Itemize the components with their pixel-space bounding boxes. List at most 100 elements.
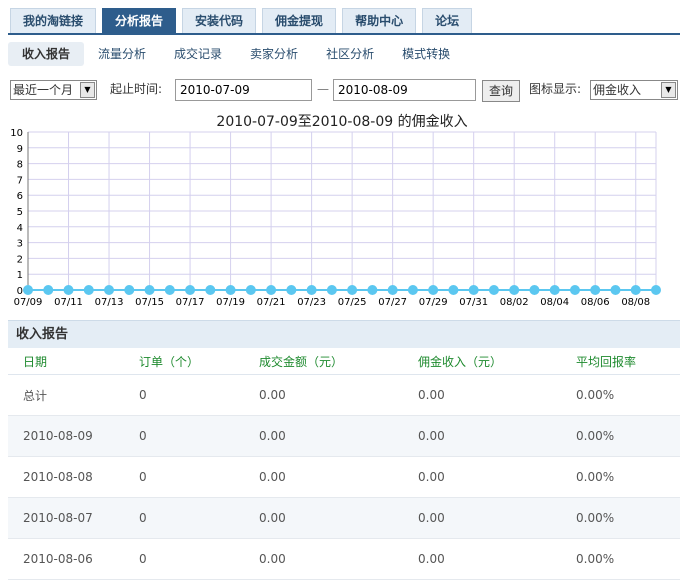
data-point: [651, 285, 661, 295]
data-point: [124, 285, 135, 295]
data-point: [43, 285, 54, 295]
end-date-input[interactable]: 2010-08-09: [333, 79, 476, 101]
x-tick-label: 07/21: [257, 297, 286, 308]
date-cell: 总计: [8, 374, 124, 416]
data-point: [266, 285, 277, 295]
x-tick-label: 07/27: [378, 297, 407, 308]
orders-cell: 0: [124, 497, 244, 539]
return-rate-cell: 0.00%: [561, 456, 680, 498]
date-range-label: 起止时间:: [110, 82, 163, 96]
data-point: [245, 285, 256, 295]
data-point: [286, 285, 297, 295]
orders-cell: 0: [124, 374, 244, 416]
subtab-sellers[interactable]: 卖家分析: [236, 42, 312, 66]
table-header-row: 日期 订单（个） 成交金额（元） 佣金收入（元） 平均回报率: [8, 348, 680, 375]
date-cell: 2010-08-09: [8, 415, 124, 457]
data-point: [590, 285, 601, 295]
commission-cell: 0.00: [403, 538, 561, 580]
data-point: [549, 285, 560, 295]
y-tick-label: 1: [17, 270, 23, 281]
y-tick-label: 4: [17, 223, 23, 234]
subtab-transactions[interactable]: 成交记录: [160, 42, 236, 66]
y-tick-label: 2: [17, 254, 23, 265]
data-point: [428, 285, 439, 295]
x-tick-label: 07/31: [459, 297, 488, 308]
y-tick-label: 0: [17, 286, 23, 297]
data-point: [509, 285, 520, 295]
commission-cell: 0.00: [403, 456, 561, 498]
table-row: 2010-08-06 0 0.00 0.00 0.00%: [8, 538, 680, 580]
x-tick-label: 07/13: [95, 297, 124, 308]
report-table: 日期 订单（个） 成交金额（元） 佣金收入（元） 平均回报率 总计 0 0.00 0.…: [8, 348, 680, 580]
amount-cell: 0.00: [244, 415, 403, 457]
date-separator: —: [317, 82, 329, 96]
return-rate-cell: 0.00%: [561, 497, 680, 539]
col-commission: 佣金收入（元）: [403, 348, 561, 375]
table-row: 2010-08-07 0 0.00 0.00 0.00%: [8, 497, 680, 539]
query-button[interactable]: 查询: [482, 80, 520, 102]
chevron-down-icon: ▼: [661, 82, 676, 98]
data-point: [104, 285, 115, 295]
data-point: [205, 285, 216, 295]
data-point: [367, 285, 378, 295]
subtab-traffic[interactable]: 流量分析: [84, 42, 160, 66]
x-tick-label: 07/23: [297, 297, 326, 308]
y-tick-label: 9: [17, 144, 23, 155]
data-point: [407, 285, 418, 295]
subtab-community[interactable]: 社区分析: [312, 42, 388, 66]
chart-display-label: 图标显示:: [529, 82, 582, 96]
tab-install-code[interactable]: 安装代码: [182, 8, 257, 33]
tab-analysis-report[interactable]: 分析报告: [102, 8, 177, 33]
data-point: [225, 285, 236, 295]
x-tick-label: 07/29: [419, 297, 448, 308]
x-tick-label: 08/02: [500, 297, 529, 308]
chart-type-select-value: 佣金收入: [593, 83, 642, 97]
sub-tabs: 收入报告 流量分析 成交记录 卖家分析 社区分析 模式转换: [8, 42, 464, 66]
y-tick-label: 3: [17, 239, 23, 250]
report-title: 收入报告: [16, 327, 69, 342]
tab-divider: [8, 33, 680, 35]
x-tick-label: 08/06: [581, 297, 610, 308]
amount-cell: 0.00: [244, 538, 403, 580]
y-tick-label: 10: [10, 128, 23, 139]
data-point: [83, 285, 94, 295]
chevron-down-icon: ▼: [80, 82, 95, 98]
x-tick-label: 07/15: [135, 297, 164, 308]
amount-cell: 0.00: [244, 374, 403, 416]
period-select-value: 最近一个月: [13, 83, 74, 97]
y-tick-label: 7: [17, 175, 23, 186]
commission-cell: 0.00: [403, 415, 561, 457]
tab-withdraw[interactable]: 佣金提现: [262, 8, 337, 33]
amount-cell: 0.00: [244, 456, 403, 498]
data-point: [387, 285, 398, 295]
orders-cell: 0: [124, 415, 244, 457]
data-point: [326, 285, 337, 295]
return-rate-cell: 0.00%: [561, 415, 680, 457]
subtab-mode-switch[interactable]: 模式转换: [388, 42, 464, 66]
orders-cell: 0: [124, 456, 244, 498]
table-row: 2010-08-09 0 0.00 0.00 0.00%: [8, 415, 680, 457]
data-point: [306, 285, 317, 295]
y-tick-label: 6: [17, 191, 23, 202]
main-tabs: 我的淘链接 分析报告 安装代码 佣金提现 帮助中心 论坛: [10, 8, 473, 33]
data-point: [23, 285, 33, 295]
data-point: [185, 285, 196, 295]
amount-cell: 0.00: [244, 497, 403, 539]
tab-help-center[interactable]: 帮助中心: [342, 8, 417, 33]
col-amount: 成交金额（元）: [244, 348, 403, 375]
period-select[interactable]: 最近一个月 ▼: [10, 80, 97, 100]
subtab-income-report[interactable]: 收入报告: [8, 42, 85, 66]
data-point: [468, 285, 479, 295]
date-cell: 2010-08-07: [8, 497, 124, 539]
y-tick-label: 5: [17, 207, 23, 218]
chart-type-select[interactable]: 佣金收入 ▼: [590, 80, 678, 100]
tab-forum[interactable]: 论坛: [422, 8, 473, 33]
data-point: [144, 285, 155, 295]
data-point: [529, 285, 540, 295]
data-point: [630, 285, 641, 295]
start-date-input[interactable]: 2010-07-09: [175, 79, 312, 101]
data-point: [610, 285, 621, 295]
data-point: [488, 285, 499, 295]
date-cell: 2010-08-06: [8, 538, 124, 580]
tab-my-links[interactable]: 我的淘链接: [10, 8, 97, 33]
